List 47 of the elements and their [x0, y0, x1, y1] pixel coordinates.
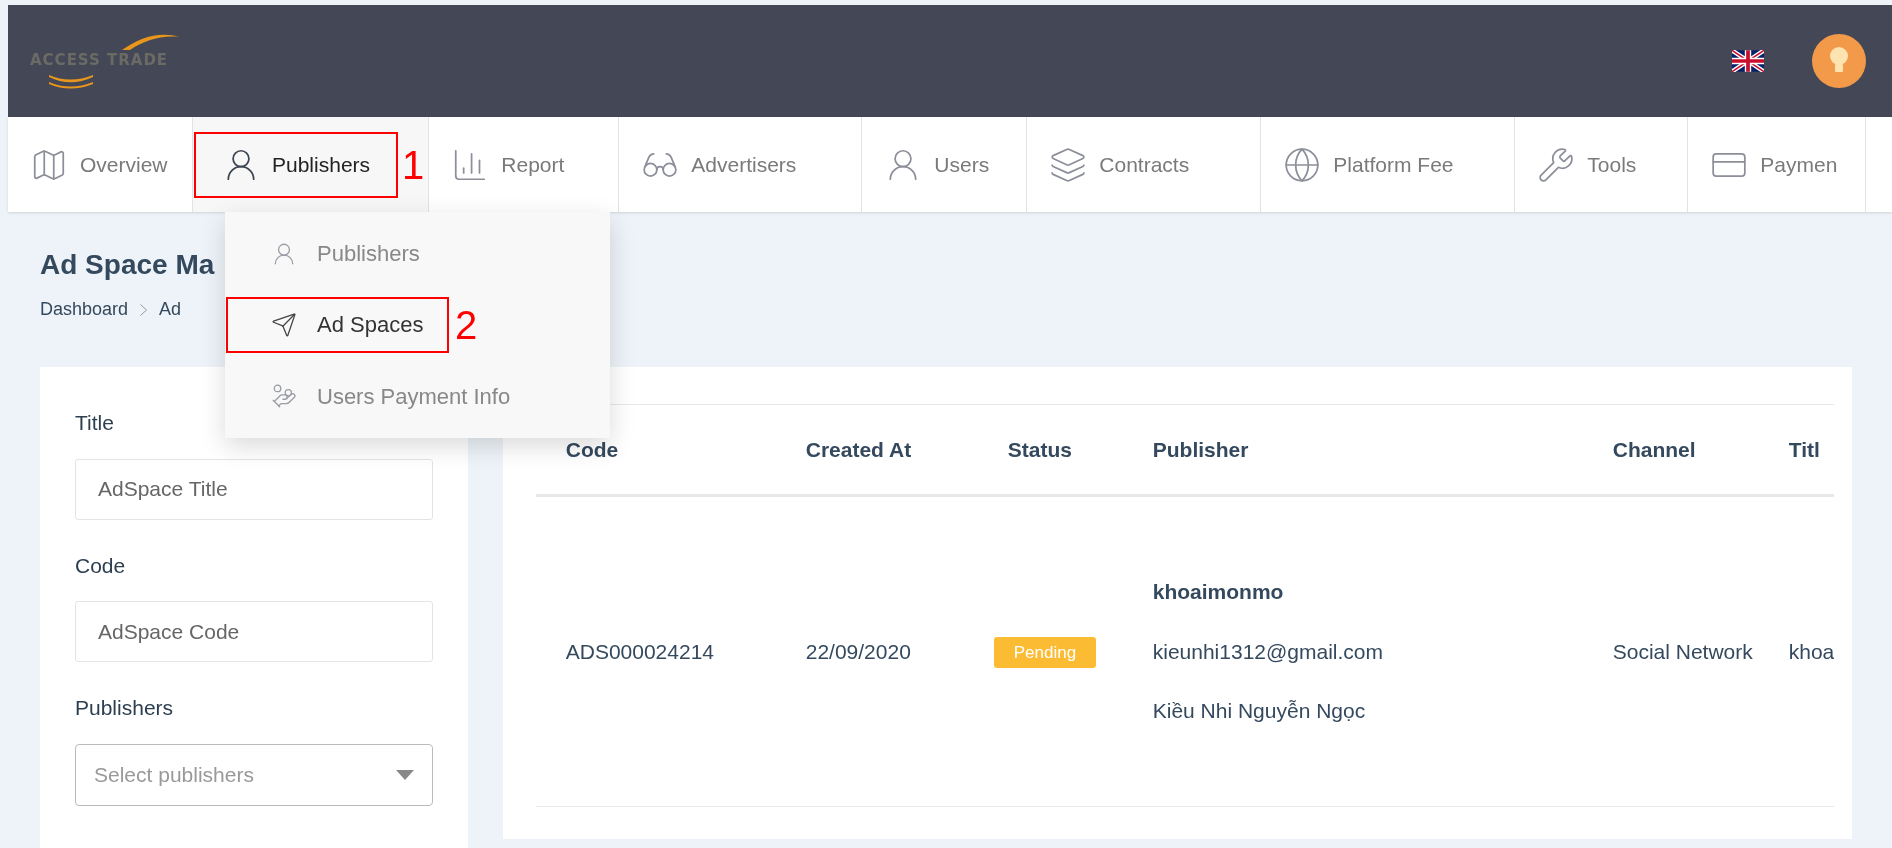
- page-title: Ad Space Ma: [40, 248, 215, 282]
- breadcrumb-link[interactable]: Dashboard: [40, 296, 129, 323]
- annotation-number: 1: [402, 144, 425, 185]
- column-header: Code: [565, 437, 619, 461]
- nav-tab[interactable]: Overview: [8, 131, 190, 198]
- text-field[interactable]: AdSpace Code: [75, 601, 433, 662]
- publisher-username: khoaimonmo: [1152, 579, 1284, 606]
- status-badge: Pending: [993, 636, 1097, 669]
- wrench-icon: [1537, 145, 1576, 184]
- globe-icon: [1283, 145, 1322, 184]
- table-cell: 22/09/2020: [805, 639, 911, 663]
- hand-coin-icon: [271, 383, 297, 410]
- dropdown-item[interactable]: Publishers: [226, 225, 449, 282]
- nav-tab[interactable]: Contracts: [1027, 131, 1212, 198]
- column-header: Publisher: [1152, 437, 1249, 461]
- breadcrumb-link[interactable]: Ad: [159, 296, 182, 323]
- layers-icon: [1049, 145, 1088, 184]
- table-cell-text: Social Network: [1612, 638, 1754, 665]
- field-label: Publishers: [75, 695, 174, 721]
- nav-tab[interactable]: Paymen: [1688, 131, 1860, 198]
- select-field[interactable]: Select publishers: [75, 743, 433, 806]
- nav-tab[interactable]: Publishers: [194, 131, 399, 198]
- nav-tab[interactable]: Tools: [1515, 131, 1659, 198]
- column-header: Created At: [805, 437, 912, 461]
- nav-tab[interactable]: Advertisers: [619, 131, 819, 198]
- column-header: Status: [1007, 437, 1072, 461]
- text-field[interactable]: AdSpace Title: [75, 458, 433, 520]
- caret-down-icon: [395, 769, 414, 780]
- annotation-number: 2: [455, 305, 478, 345]
- table-cell: ADS000024214: [565, 639, 714, 663]
- logo-wave-icon: [48, 73, 94, 89]
- column-header: Channel: [1612, 437, 1696, 461]
- uk-flag-icon[interactable]: [1732, 50, 1764, 72]
- dropdown-item[interactable]: Ad Spaces: [226, 297, 449, 353]
- table-cell: khoa: [1788, 639, 1834, 663]
- column-header: Titl: [1788, 437, 1820, 461]
- dropdown-item[interactable]: Users Payment Info: [226, 368, 531, 425]
- avatar[interactable]: [1812, 34, 1866, 88]
- nav-tab[interactable]: Report: [429, 131, 587, 198]
- publisher-email: kieunhi1312@gmail.com: [1152, 638, 1383, 665]
- send-icon: [271, 312, 297, 338]
- field-label: Code: [75, 552, 126, 579]
- nav-tab[interactable]: Platform Fee: [1261, 131, 1476, 198]
- nav-tab[interactable]: Users: [862, 131, 1012, 198]
- field-label: Title: [75, 410, 114, 436]
- chevron-right-icon: [140, 303, 148, 316]
- publisher-name: Kiều Nhi Nguyễn Ngọc: [1152, 698, 1366, 725]
